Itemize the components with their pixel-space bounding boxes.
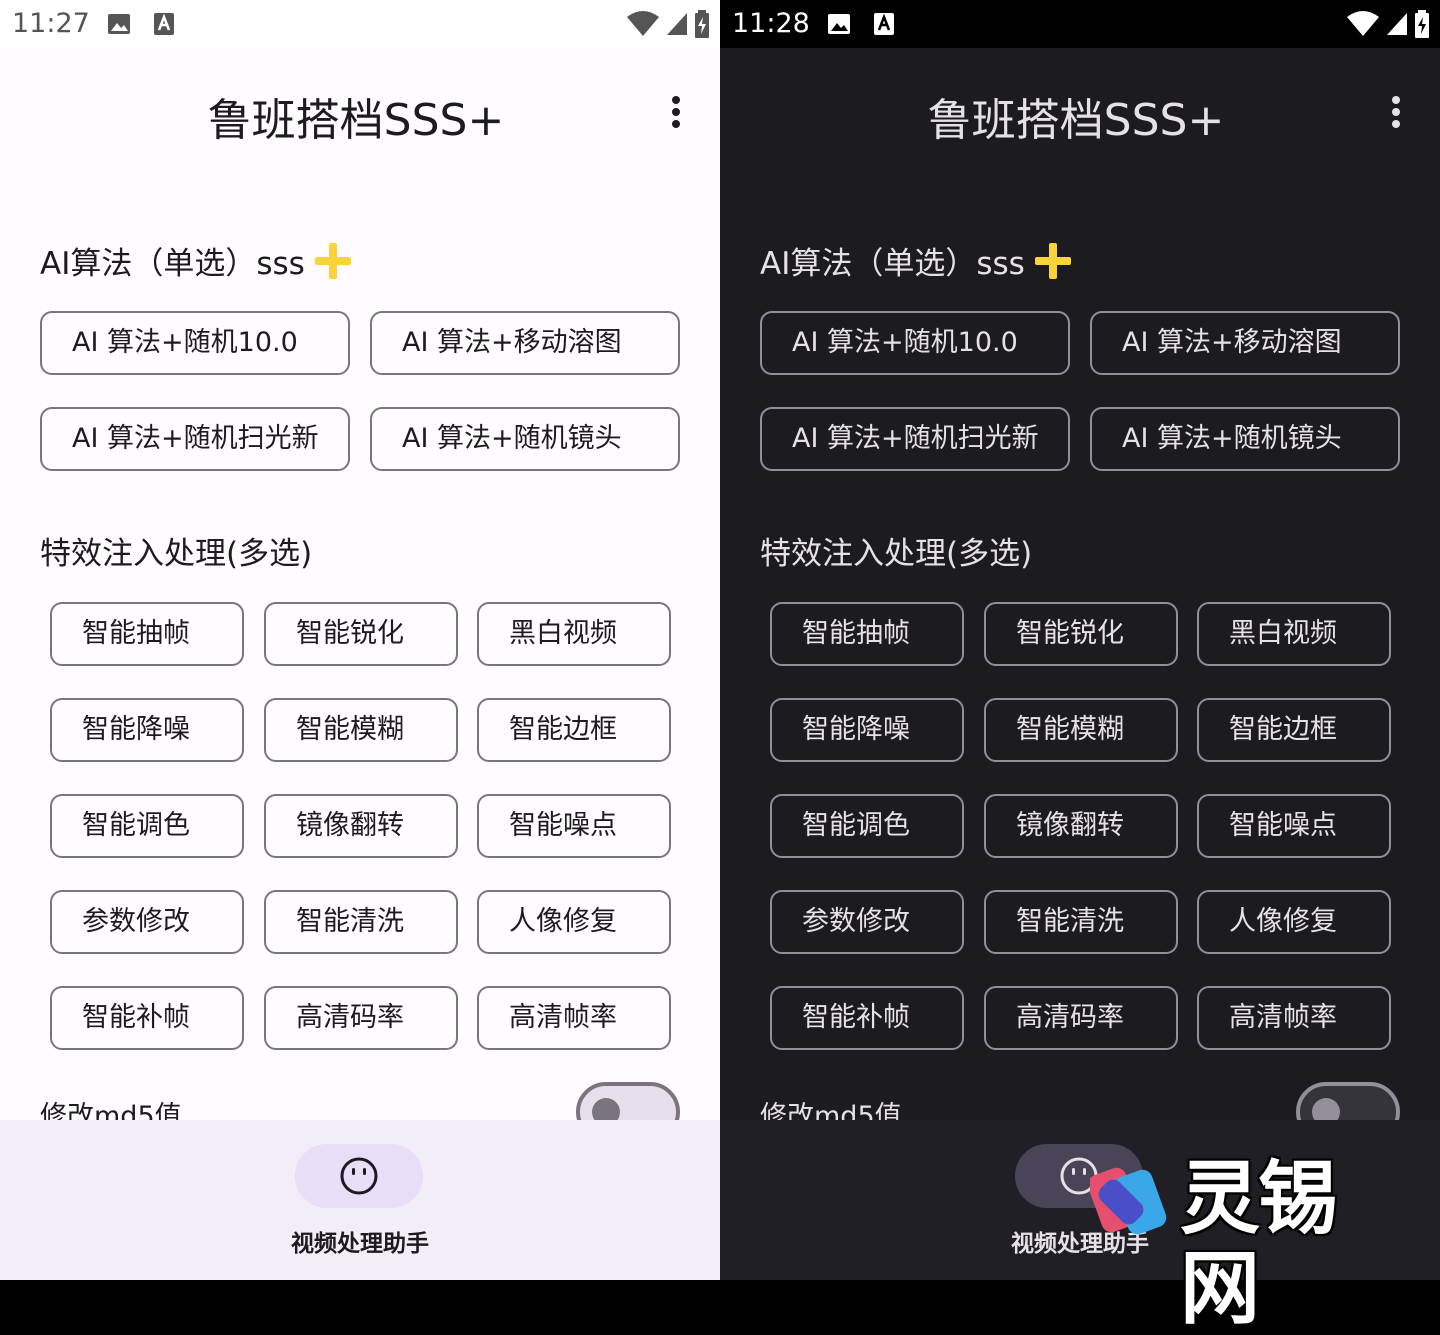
ai-option-random-10[interactable]: AI 算法+随机10.0 — [40, 311, 350, 375]
more-vert-icon[interactable] — [1384, 92, 1408, 132]
ai-option-random-10[interactable]: AI 算法+随机10.0 — [760, 311, 1070, 375]
a-notification-icon — [154, 13, 174, 35]
fx-chip[interactable]: 智能清洗 — [984, 890, 1178, 954]
fx-chip[interactable]: 智能调色 — [50, 794, 244, 858]
ai-option-move-blend[interactable]: AI 算法+移动溶图 — [1090, 311, 1400, 375]
image-icon — [828, 14, 850, 34]
fx-chip[interactable]: 智能降噪 — [50, 698, 244, 762]
nav-label: 视频处理助手 — [291, 1231, 429, 1257]
fx-chip[interactable]: 智能边框 — [1197, 698, 1391, 762]
status-time: 11:28 — [732, 8, 810, 39]
status-indicators — [1346, 10, 1430, 38]
status-bar: 11:28 — [720, 0, 1440, 48]
ai-section-title: AI算法（单选）sss — [760, 246, 1025, 282]
fx-chip[interactable]: 智能锐化 — [984, 602, 1178, 666]
ai-option-random-scan-light[interactable]: AI 算法+随机扫光新 — [760, 407, 1070, 471]
fx-chip[interactable]: 智能补帧 — [50, 986, 244, 1050]
fx-chip[interactable]: 参数修改 — [770, 890, 964, 954]
effects-section-title: 特效注入处理(多选) — [760, 536, 1033, 572]
status-time: 11:27 — [12, 8, 90, 39]
fx-chip[interactable]: 智能抽帧 — [770, 602, 964, 666]
wifi-icon — [1347, 11, 1379, 36]
signal-icon — [1387, 13, 1407, 35]
fx-chip[interactable]: 智能降噪 — [770, 698, 964, 762]
fx-chip[interactable]: 智能抽帧 — [50, 602, 244, 666]
bottom-navigation-bar: 视频处理助手 — [0, 1120, 720, 1280]
a-notification-icon — [874, 13, 894, 35]
fx-chip[interactable]: 人像修复 — [477, 890, 671, 954]
fx-chip[interactable]: 智能锐化 — [264, 602, 458, 666]
plus-sign-icon — [315, 243, 351, 279]
watermark-logo-icon — [1087, 1167, 1167, 1235]
light-theme-screen: 11:27 鲁班搭档SSS+ AI算法（单选）sss AI 算法+随机10.0 … — [0, 0, 720, 1280]
ai-option-random-lens[interactable]: AI 算法+随机镜头 — [1090, 407, 1400, 471]
fx-chip[interactable]: 智能噪点 — [477, 794, 671, 858]
fx-chip[interactable]: 人像修复 — [1197, 890, 1391, 954]
ai-option-random-scan-light[interactable]: AI 算法+随机扫光新 — [40, 407, 350, 471]
face-icon — [340, 1157, 378, 1195]
fx-chip[interactable]: 智能边框 — [477, 698, 671, 762]
fx-chip[interactable]: 智能清洗 — [264, 890, 458, 954]
image-icon — [108, 14, 130, 34]
fx-chip[interactable]: 高清帧率 — [477, 986, 671, 1050]
fx-chip[interactable]: 黑白视频 — [477, 602, 671, 666]
fx-chip[interactable]: 高清码率 — [984, 986, 1178, 1050]
fx-chip[interactable]: 高清帧率 — [1197, 986, 1391, 1050]
status-bar: 11:27 — [0, 0, 720, 48]
fx-chip[interactable]: 智能模糊 — [264, 698, 458, 762]
fx-chip[interactable]: 镜像翻转 — [264, 794, 458, 858]
nav-item-video-assistant[interactable] — [295, 1144, 423, 1208]
fx-chip[interactable]: 黑白视频 — [1197, 602, 1391, 666]
app-title: 鲁班搭档SSS+ — [207, 95, 505, 146]
fx-chip[interactable]: 智能调色 — [770, 794, 964, 858]
fx-chip[interactable]: 智能模糊 — [984, 698, 1178, 762]
fx-chip[interactable]: 智能噪点 — [1197, 794, 1391, 858]
watermark: 灵锡网 — [1087, 1150, 1410, 1334]
status-indicators — [626, 10, 710, 38]
dark-theme-screen: 11:28 鲁班搭档SSS+ AI算法（单选）sss AI 算法+随机10.0 … — [720, 0, 1440, 1280]
fx-chip[interactable]: 参数修改 — [50, 890, 244, 954]
signal-icon — [667, 13, 687, 35]
battery-charging-icon — [695, 10, 709, 38]
effects-section-title: 特效注入处理(多选) — [40, 536, 313, 572]
more-vert-icon[interactable] — [664, 92, 688, 132]
ai-section-title: AI算法（单选）sss — [40, 246, 305, 282]
battery-charging-icon — [1415, 10, 1429, 38]
app-title: 鲁班搭档SSS+ — [927, 95, 1225, 146]
ai-option-move-blend[interactable]: AI 算法+移动溶图 — [370, 311, 680, 375]
fx-chip[interactable]: 智能补帧 — [770, 986, 964, 1050]
wifi-icon — [627, 11, 659, 36]
watermark-text: 灵锡网 — [1180, 1152, 1338, 1335]
fx-chip[interactable]: 高清码率 — [264, 986, 458, 1050]
plus-sign-icon — [1035, 243, 1071, 279]
ai-option-random-lens[interactable]: AI 算法+随机镜头 — [370, 407, 680, 471]
fx-chip[interactable]: 镜像翻转 — [984, 794, 1178, 858]
